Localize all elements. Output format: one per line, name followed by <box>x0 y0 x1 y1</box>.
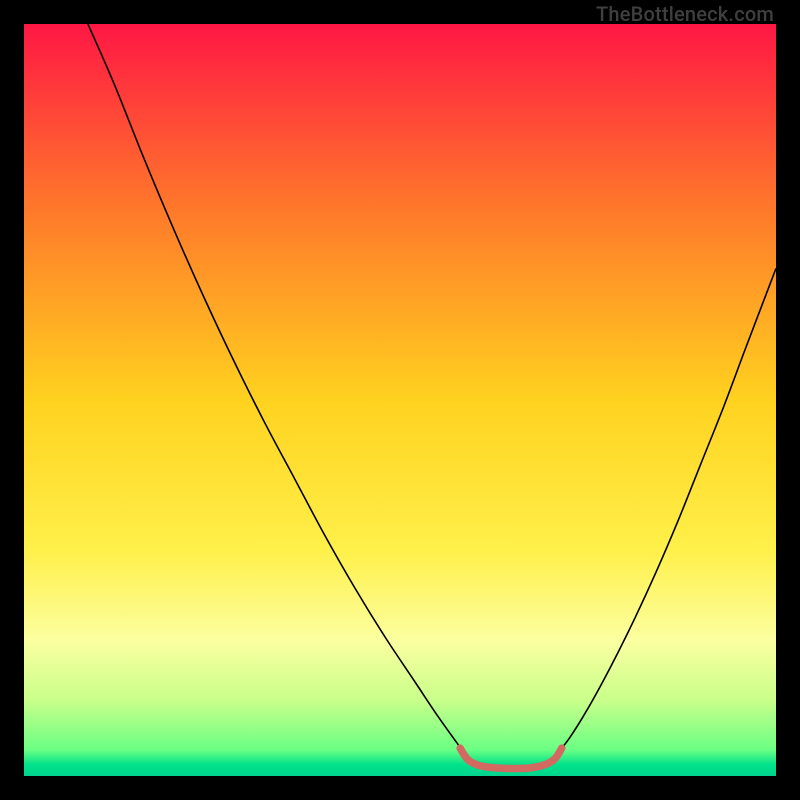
chart-frame: TheBottleneck.com <box>0 0 800 800</box>
watermark-text: TheBottleneck.com <box>596 2 774 26</box>
plot-area <box>24 24 776 776</box>
gradient-background <box>24 24 776 776</box>
bottleneck-curve-chart <box>24 24 776 776</box>
